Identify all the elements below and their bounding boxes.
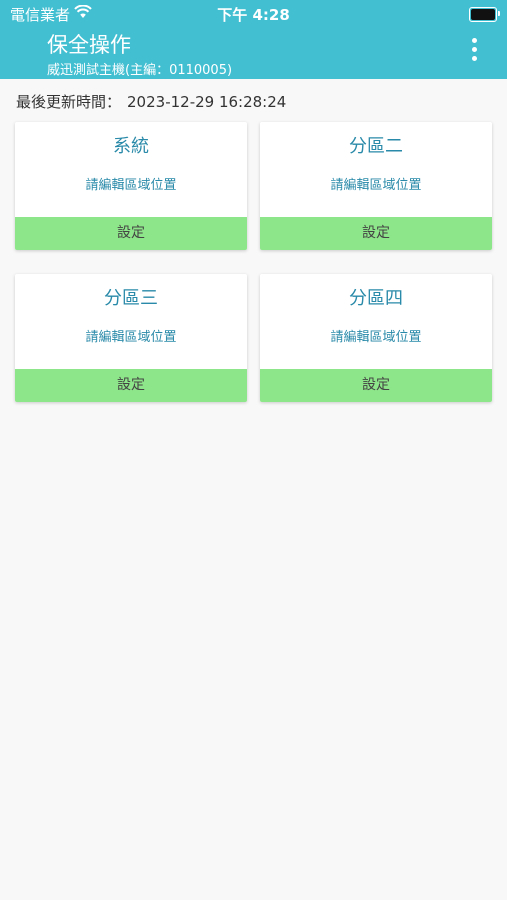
zone-location-edit[interactable]: 請編輯區域位置 xyxy=(15,174,247,193)
zone-name: 系統 xyxy=(113,136,149,157)
zone-settings-button[interactable]: 設定 xyxy=(260,217,492,250)
last-updated-timestamp: 2023-12-29 16:28:24 xyxy=(127,93,287,111)
battery-icon xyxy=(469,7,500,22)
zone-settings-button[interactable]: 設定 xyxy=(15,369,247,402)
zone-card-3: 分區三 請編輯區域位置 設定 xyxy=(15,274,247,402)
zone-location-edit[interactable]: 請編輯區域位置 xyxy=(260,326,492,345)
last-updated: 最後更新時間： 2023-12-29 16:28:24 xyxy=(16,91,286,112)
zone-name: 分區二 xyxy=(349,136,403,157)
zone-location-edit[interactable]: 請編輯區域位置 xyxy=(15,326,247,345)
app-header: 電信業者 下午 4:28 保全操作 威迅測試主機(主編：0110005) xyxy=(0,0,507,79)
zone-card-2: 分區二 請編輯區域位置 設定 xyxy=(260,122,492,250)
zone-card-system: 系統 請編輯區域位置 設定 xyxy=(15,122,247,250)
last-updated-label: 最後更新時間： xyxy=(16,93,122,111)
zone-name: 分區四 xyxy=(349,288,403,309)
page-title: 保全操作 xyxy=(47,33,131,57)
zone-name: 分區三 xyxy=(104,288,158,309)
zone-card-4: 分區四 請編輯區域位置 設定 xyxy=(260,274,492,402)
zone-location-edit[interactable]: 請編輯區域位置 xyxy=(260,174,492,193)
zone-settings-button[interactable]: 設定 xyxy=(15,217,247,250)
page-subtitle: 威迅測試主機(主編：0110005) xyxy=(47,63,233,78)
more-menu-icon[interactable] xyxy=(469,38,479,68)
zone-settings-button[interactable]: 設定 xyxy=(260,369,492,402)
status-time: 下午 4:28 xyxy=(217,6,290,24)
